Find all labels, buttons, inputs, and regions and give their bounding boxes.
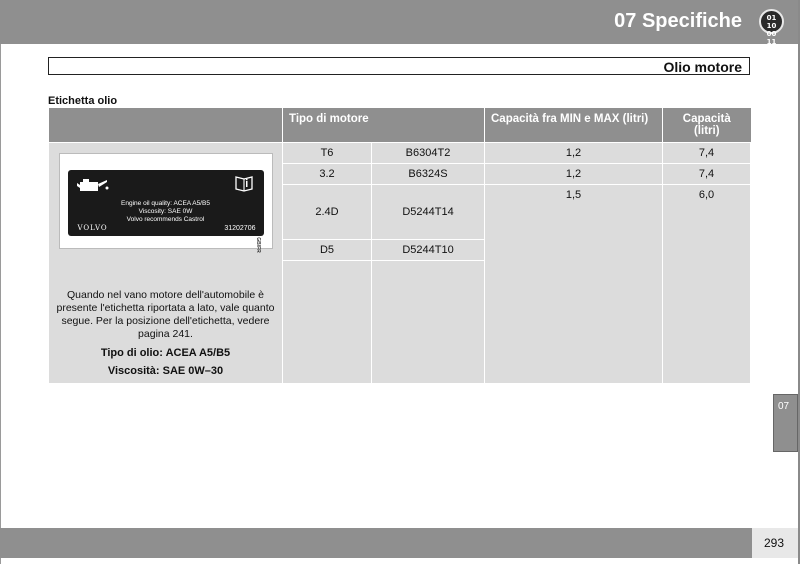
chapter-side-tab: 07	[773, 394, 798, 452]
engine-cell: 2.4D	[282, 184, 372, 240]
section-title-box: Olio motore	[48, 57, 750, 75]
page-frame-left	[0, 0, 1, 564]
manual-book-icon	[234, 176, 253, 192]
chapter-title: 07 Specifiche	[614, 10, 742, 32]
engine-cell: T6	[282, 142, 372, 164]
label-part-number: 31202706	[224, 225, 256, 232]
engine-code-cell: B6324S	[371, 163, 485, 185]
page-footer	[0, 528, 798, 558]
oil-label-line: Volvo recommends Castrol	[126, 216, 205, 223]
capacity-cell: 7,4	[662, 142, 751, 164]
icon-line-2: 00 11	[766, 30, 777, 46]
min-max-value: 1,5	[565, 189, 582, 201]
table-header-row: Tipo di motore Capacità fra MIN e MAX (l…	[48, 108, 751, 143]
min-max-cell: 1,5	[484, 184, 663, 384]
table-header-min-max: Capacità fra MIN e MAX (litri)	[484, 108, 663, 143]
label-description: Quando nel vano motore dell'automobile è…	[56, 289, 275, 340]
chapter-header: 07 Specifiche 01 10 00 11	[0, 0, 798, 46]
oil-type-text: Tipo di olio: ACEA A5/B5	[100, 347, 231, 359]
engine-cell: D5	[282, 239, 372, 261]
oil-label-line: Engine oil quality: ACEA A5/B5	[121, 200, 210, 207]
label-side-code: GB/FR	[254, 237, 261, 253]
engine-code-cell: D5244T10	[371, 239, 485, 261]
empty-cell	[371, 260, 485, 384]
viscosity-text: Viscosità: SAE 0W–30	[107, 365, 224, 377]
empty-cell	[282, 260, 372, 384]
oil-label-image: Engine oil quality: ACEA A5/B5 Viscosity…	[58, 153, 273, 253]
oil-spec-table: Tipo di motore Capacità fra MIN e MAX (l…	[48, 108, 751, 384]
side-tab-label: 07	[778, 401, 790, 412]
oil-label-line: Viscosity: SAE 0W	[138, 208, 193, 215]
table-header-capacity: Capacità (litri)	[662, 108, 751, 143]
table-header-empty	[48, 108, 283, 143]
engine-code-cell: D5244T14	[371, 184, 485, 240]
capacity-cell: 7,4	[662, 163, 751, 185]
min-max-cell: 1,2	[484, 163, 663, 185]
engine-code-cell: B6304T2	[371, 142, 485, 164]
table-row: Engine oil quality: ACEA A5/B5 Viscosity…	[48, 142, 751, 384]
oil-can-icon	[76, 179, 108, 191]
table-header-engine: Tipo di motore	[282, 108, 485, 143]
binary-chapter-icon: 01 10 00 11	[759, 9, 784, 46]
section-title: Olio motore	[663, 59, 742, 75]
page-number: 293	[763, 536, 784, 550]
oil-label-panel: Engine oil quality: ACEA A5/B5 Viscosity…	[67, 170, 264, 236]
icon-line-1: 01 10	[766, 14, 777, 30]
oil-label-cell: Engine oil quality: ACEA A5/B5 Viscosity…	[48, 142, 283, 384]
volvo-brand-text: VOLVO	[77, 224, 108, 232]
engine-cell: 3.2	[282, 163, 372, 185]
capacity-cell: 6,0	[662, 184, 751, 384]
min-max-cell: 1,2	[484, 142, 663, 164]
capacity-value: 6,0	[698, 189, 715, 201]
label-heading: Etichetta olio	[48, 95, 118, 107]
page-number-box: 293	[752, 528, 798, 558]
